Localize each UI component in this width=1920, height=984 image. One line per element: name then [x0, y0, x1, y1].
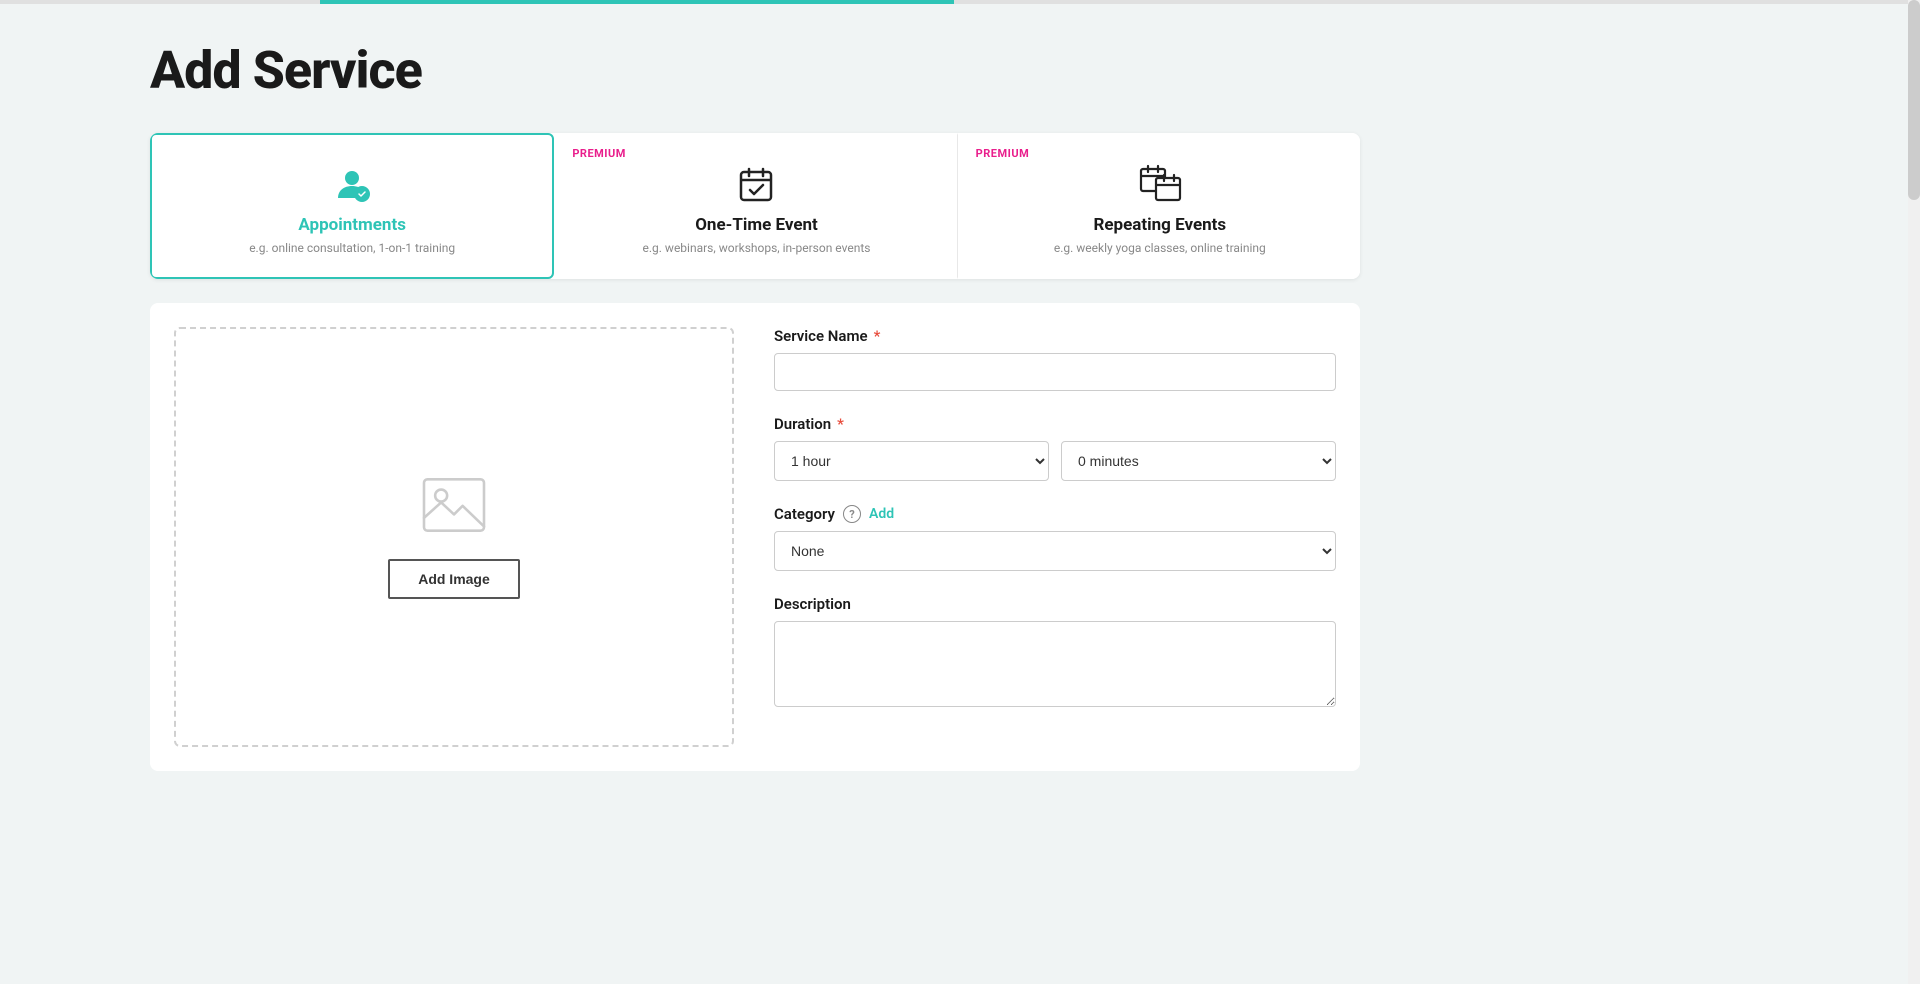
service-type-container: Appointments e.g. online consultation, 1…: [150, 133, 1360, 279]
appointments-subtitle: e.g. online consultation, 1-on-1 trainin…: [172, 241, 532, 255]
description-label: Description: [774, 595, 1336, 613]
add-image-button[interactable]: Add Image: [388, 559, 520, 599]
one-time-event-title: One-Time Event: [576, 215, 936, 235]
progress-bar-fill: [320, 0, 954, 4]
description-textarea[interactable]: [774, 621, 1336, 707]
repeating-premium-badge: PREMIUM: [976, 147, 1030, 160]
service-name-required: *: [874, 327, 881, 345]
repeating-events-title: Repeating Events: [980, 215, 1340, 235]
service-card-repeating-events[interactable]: PREMIUM Repeating Events e.: [958, 133, 1360, 279]
category-label: Category: [774, 505, 835, 523]
page-wrapper: Add Service Appointments e.g. online con…: [0, 0, 1920, 984]
service-card-appointments[interactable]: Appointments e.g. online consultation, 1…: [150, 133, 554, 279]
description-field-group: Description: [774, 595, 1336, 711]
category-label-row: Category ? Add: [774, 505, 1336, 523]
service-card-one-time-event[interactable]: PREMIUM One-Time Event e.g. webinars, wo…: [554, 133, 957, 279]
appointments-title: Appointments: [172, 215, 532, 235]
category-add-link[interactable]: Add: [869, 506, 894, 522]
service-name-input[interactable]: [774, 353, 1336, 391]
image-side: Add Image: [174, 327, 734, 747]
appointments-icon: [172, 163, 532, 205]
image-placeholder-icon: [419, 475, 489, 539]
category-field-group: Category ? Add None: [774, 505, 1336, 571]
one-time-event-subtitle: e.g. webinars, workshops, in-person even…: [576, 241, 936, 255]
category-help-icon[interactable]: ?: [843, 505, 861, 523]
one-time-premium-badge: PREMIUM: [572, 147, 626, 160]
duration-field-group: Duration * 1 hour 2 hours 3 hours 4 hour…: [774, 415, 1336, 481]
progress-bar-container: [0, 0, 1920, 4]
duration-required: *: [837, 415, 844, 433]
duration-hours-select[interactable]: 1 hour 2 hours 3 hours 4 hours: [774, 441, 1049, 481]
inner-form-layout: Add Image Service Name *: [174, 327, 1336, 747]
duration-minutes-select[interactable]: 0 minutes 15 minutes 30 minutes 45 minut…: [1061, 441, 1336, 481]
main-content: Add Service Appointments e.g. online con…: [0, 0, 1520, 835]
scrollbar[interactable]: [1908, 0, 1920, 984]
duration-row: 1 hour 2 hours 3 hours 4 hours 0 minutes…: [774, 441, 1336, 481]
repeating-events-subtitle: e.g. weekly yoga classes, online trainin…: [980, 241, 1340, 255]
form-section: Add Image Service Name *: [150, 303, 1360, 771]
category-select[interactable]: None: [774, 531, 1336, 571]
fields-side: Service Name * Duration * 1: [774, 327, 1336, 747]
repeating-events-icon: [980, 163, 1340, 205]
scrollbar-thumb[interactable]: [1908, 0, 1920, 200]
service-name-label: Service Name *: [774, 327, 1336, 345]
image-upload-area[interactable]: Add Image: [174, 327, 734, 747]
one-time-event-icon: [576, 163, 936, 205]
duration-label: Duration *: [774, 415, 1336, 433]
page-title: Add Service: [150, 40, 1360, 101]
service-name-field-group: Service Name *: [774, 327, 1336, 391]
